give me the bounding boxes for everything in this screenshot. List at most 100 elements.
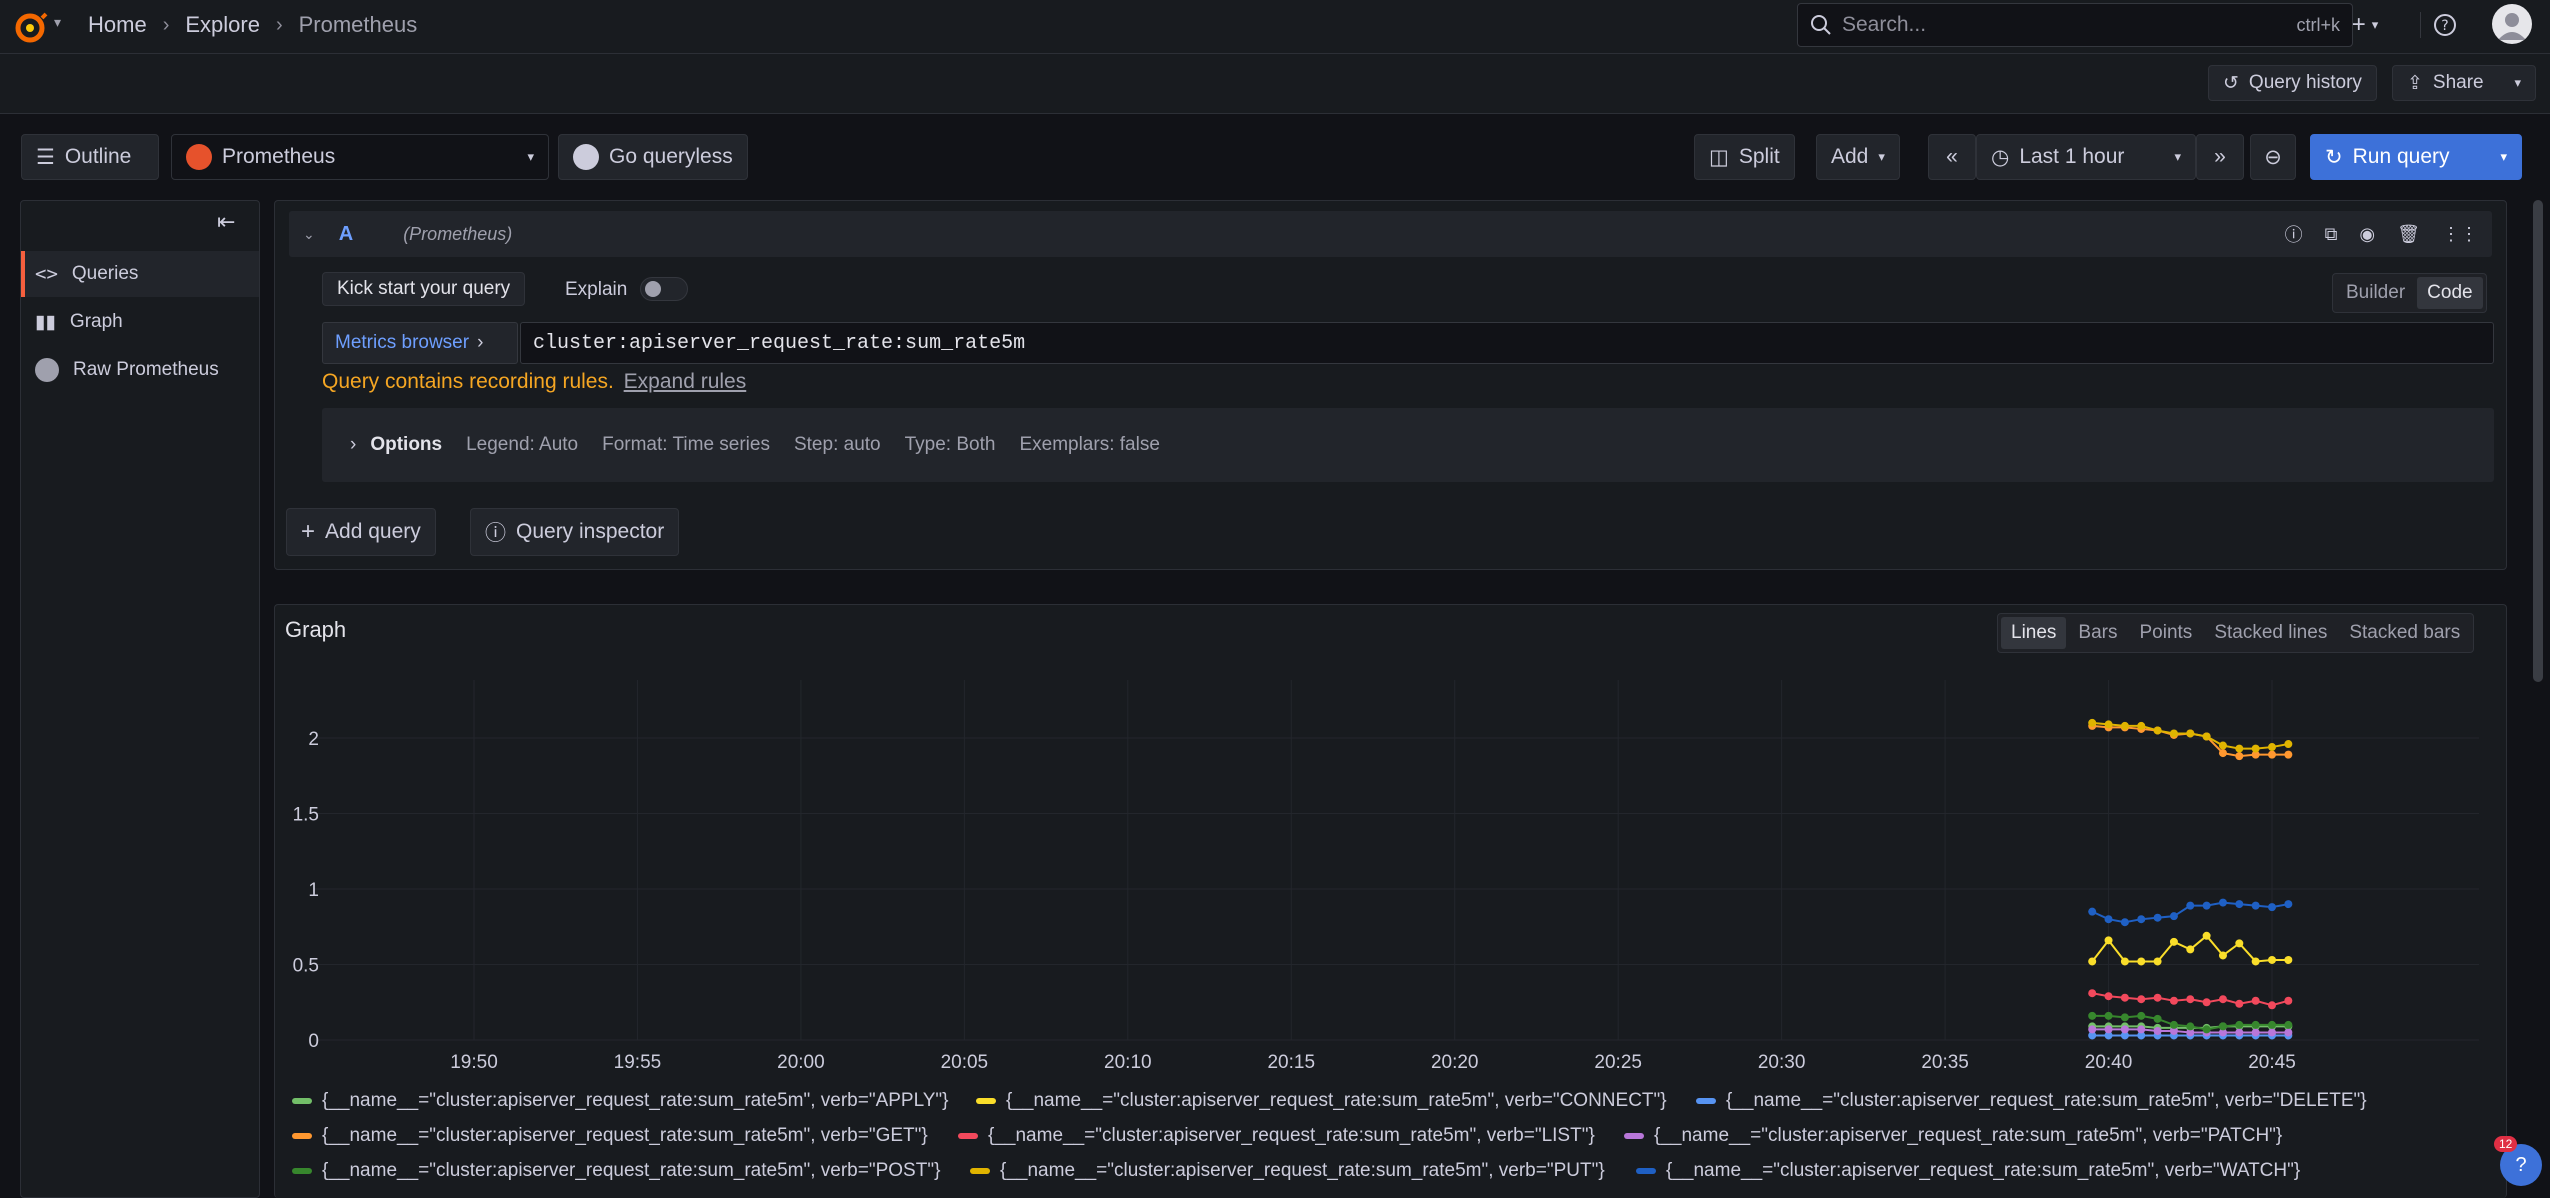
legend-item[interactable]: {__name__="cluster:apiserver_request_rat… — [1624, 1125, 2282, 1147]
legend-item[interactable]: {__name__="cluster:apiserver_request_rat… — [292, 1125, 928, 1147]
builder-mode-button[interactable]: Builder — [2336, 277, 2415, 309]
data-point — [2153, 913, 2162, 922]
grafana-logo-icon[interactable] — [12, 8, 52, 48]
add-query-label: Add query — [325, 520, 421, 543]
chevron-down-icon[interactable]: ▾ — [54, 14, 61, 31]
search-input[interactable]: Search... ctrl+k — [1797, 3, 2353, 47]
data-point — [2235, 999, 2244, 1008]
query-inspector-button[interactable]: ⓘ Query inspector — [470, 508, 680, 556]
mode-stacked-bars[interactable]: Stacked bars — [2339, 617, 2470, 649]
legend-item[interactable]: {__name__="cluster:apiserver_request_rat… — [1696, 1090, 2367, 1112]
data-point — [2169, 729, 2178, 738]
data-point — [2235, 1020, 2244, 1029]
data-point — [2284, 740, 2293, 749]
chevron-down-icon: ▾ — [1878, 149, 1885, 164]
legend-label: {__name__="cluster:apiserver_request_rat… — [1006, 1090, 1667, 1111]
sidebar-item-graph[interactable]: ▮▮ Graph — [21, 299, 259, 345]
data-point — [2284, 1028, 2293, 1037]
share-button[interactable]: ⇪ Share ▾ — [2392, 65, 2536, 101]
data-point — [2153, 1026, 2162, 1035]
data-point — [2284, 955, 2293, 964]
data-point — [2284, 750, 2293, 759]
outline-label: Outline — [64, 145, 132, 168]
collapse-icon[interactable]: ⇤ — [217, 209, 235, 235]
trash-icon[interactable]: 🗑 — [2397, 224, 2420, 245]
data-point — [2153, 957, 2162, 966]
data-point — [2153, 1014, 2162, 1023]
data-point — [2235, 1028, 2244, 1037]
add-query-button[interactable]: + Add query — [286, 508, 436, 556]
kick-start-button[interactable]: Kick start your query — [322, 272, 526, 306]
legend-label: {__name__="cluster:apiserver_request_rat… — [322, 1125, 928, 1146]
eye-icon[interactable]: ◉ — [2359, 224, 2375, 245]
mode-bars[interactable]: Bars — [2068, 617, 2127, 649]
time-back-button[interactable]: « — [1928, 134, 1976, 180]
chevron-down-icon[interactable]: ⌄ — [303, 226, 315, 243]
data-point — [2137, 1025, 2146, 1034]
zoom-out-button[interactable]: ⊖ — [2250, 134, 2296, 180]
help-widget-button[interactable]: ? 12 — [2494, 1136, 2542, 1186]
drag-handle-icon[interactable]: ⋮⋮ — [2442, 224, 2478, 245]
help-icon[interactable]: ⓘ — [2285, 221, 2303, 247]
legend-swatch — [292, 1168, 312, 1174]
split-button[interactable]: ◫ Split — [1694, 134, 1795, 180]
data-point — [2088, 1025, 2097, 1034]
y-tick-label: 2 — [308, 729, 319, 750]
data-point — [2235, 900, 2244, 909]
duplicate-icon[interactable]: ⧉ — [2325, 224, 2338, 245]
share-icon: ⇪ — [2407, 72, 2423, 94]
query-options-row[interactable]: › Options Legend: Auto Format: Time seri… — [322, 408, 2494, 482]
query-editor[interactable]: cluster:apiserver_request_rate:sum_rate5… — [520, 322, 2494, 364]
legend-item[interactable]: {__name__="cluster:apiserver_request_rat… — [970, 1160, 1605, 1182]
data-point — [2137, 995, 2146, 1004]
time-forward-button[interactable]: » — [2196, 134, 2244, 180]
new-button[interactable]: + ▾ — [2340, 8, 2390, 42]
sidebar-item-raw-prometheus[interactable]: Raw Prometheus — [21, 347, 259, 393]
expand-rules-link[interactable]: Expand rules — [624, 370, 747, 393]
time-series-chart[interactable]: 19:50 19:55 20:00 20:05 20:10 20:15 20:20 20:25… — [274, 660, 2507, 1080]
legend-item[interactable]: {__name__="cluster:apiserver_request_rat… — [292, 1160, 940, 1182]
chevron-down-icon: ▾ — [2371, 17, 2379, 32]
data-point — [2104, 936, 2113, 945]
query-history-button[interactable]: ↺ Query history — [2208, 65, 2377, 101]
mode-lines[interactable]: Lines — [2001, 617, 2067, 649]
scrollbar[interactable] — [2533, 200, 2543, 682]
run-query-button[interactable]: ↻ Run query ▾ — [2310, 134, 2522, 180]
outline-button[interactable]: ☰ Outline — [21, 134, 159, 180]
time-range-picker[interactable]: ◷ Last 1 hour ▾ — [1976, 134, 2196, 180]
help-icon[interactable]: ? — [2430, 10, 2460, 40]
x-tick-label: 20:00 — [777, 1052, 825, 1073]
avatar[interactable] — [2492, 4, 2532, 44]
explain-toggle[interactable] — [640, 277, 688, 301]
x-tick-label: 20:45 — [2248, 1052, 2296, 1073]
y-tick-label: 1.5 — [293, 805, 319, 826]
datasource-picker[interactable]: Prometheus ▾ — [171, 134, 549, 180]
option-step: Step: auto — [793, 434, 881, 455]
legend-item[interactable]: {__name__="cluster:apiserver_request_rat… — [1636, 1160, 2300, 1182]
legend-item[interactable]: {__name__="cluster:apiserver_request_rat… — [958, 1125, 1595, 1147]
prometheus-icon — [35, 358, 59, 382]
breadcrumb-explore[interactable]: Explore — [185, 12, 260, 38]
data-point — [2202, 931, 2211, 940]
data-point — [2268, 750, 2276, 759]
data-point — [2268, 1028, 2276, 1037]
query-ref-id[interactable]: A — [339, 223, 353, 246]
svg-text:?: ? — [2441, 18, 2448, 34]
chevron-right-icon: › — [162, 13, 170, 36]
option-format: Format: Time series — [602, 434, 770, 455]
metrics-browser-button[interactable]: Metrics browser › — [322, 322, 518, 364]
breadcrumb-home[interactable]: Home — [88, 12, 147, 38]
sidebar-item-queries[interactable]: <> Queries — [21, 251, 259, 297]
legend-item[interactable]: {__name__="cluster:apiserver_request_rat… — [976, 1090, 1667, 1112]
add-button[interactable]: Add ▾ — [1816, 134, 1900, 180]
data-point — [2120, 918, 2129, 927]
option-legend: Legend: Auto — [466, 434, 579, 455]
chevron-down-icon[interactable]: ▾ — [2500, 149, 2507, 165]
data-point — [2284, 1020, 2293, 1029]
data-point — [2120, 957, 2129, 966]
go-queryless-button[interactable]: Go queryless — [558, 134, 748, 180]
mode-stacked-lines[interactable]: Stacked lines — [2204, 617, 2337, 649]
mode-points[interactable]: Points — [2130, 617, 2203, 649]
legend-item[interactable]: {__name__="cluster:apiserver_request_rat… — [292, 1090, 949, 1112]
code-mode-button[interactable]: Code — [2417, 277, 2483, 309]
